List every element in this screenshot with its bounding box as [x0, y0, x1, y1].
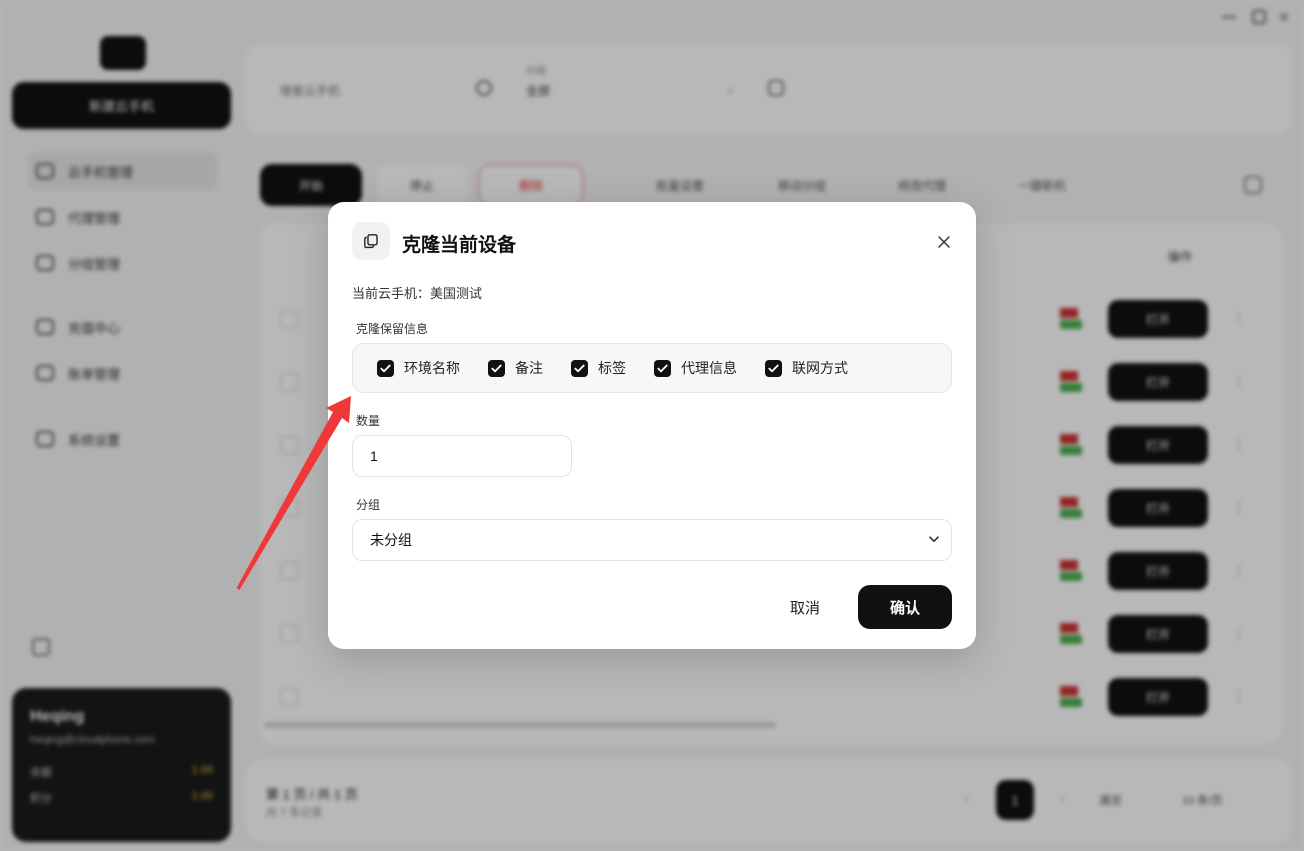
checkbox-env-name[interactable]: 环境名称	[377, 358, 460, 378]
checkbox-proxy-info[interactable]: 代理信息	[654, 358, 737, 378]
checkbox-checked-icon[interactable]	[571, 359, 588, 377]
checkbox-checked-icon[interactable]	[765, 359, 782, 377]
group-select-value: 未分组	[370, 532, 412, 548]
copy-icon	[352, 222, 390, 260]
keep-info-label: 克隆保留信息	[356, 322, 429, 336]
quantity-label: 数量	[356, 414, 381, 428]
dialog-title: 克隆当前设备	[402, 235, 517, 256]
checkbox-network-mode[interactable]: 联网方式	[765, 358, 848, 378]
checkbox-label: 代理信息	[681, 360, 737, 376]
clone-device-dialog: 克隆当前设备 当前云手机： 美国测试 克隆保留信息 环境名称 备注 标签 代理信息…	[328, 202, 976, 649]
checkbox-label: 备注	[515, 360, 543, 376]
checkbox-checked-icon[interactable]	[488, 359, 505, 377]
current-phone: 当前云手机： 美国测试	[352, 283, 482, 302]
close-icon[interactable]	[932, 230, 956, 254]
confirm-button[interactable]: 确认	[858, 585, 952, 629]
group-label: 分组	[356, 498, 381, 512]
group-select[interactable]: 未分组	[352, 519, 952, 561]
keep-info-options: 环境名称 备注 标签 代理信息 联网方式	[352, 343, 952, 393]
checkbox-checked-icon[interactable]	[654, 359, 671, 377]
checkbox-label: 标签	[598, 360, 626, 376]
cancel-button[interactable]: 取消	[774, 586, 836, 628]
quantity-input[interactable]	[352, 435, 572, 477]
checkbox-label: 环境名称	[404, 360, 460, 376]
checkbox-label: 联网方式	[792, 360, 848, 376]
current-phone-label: 当前云手机：	[352, 286, 431, 301]
checkbox-tags[interactable]: 标签	[571, 358, 626, 378]
checkbox-checked-icon[interactable]	[377, 359, 394, 377]
current-phone-value: 美国测试	[430, 286, 483, 301]
chevron-down-icon[interactable]	[927, 532, 941, 549]
checkbox-remark[interactable]: 备注	[488, 358, 543, 378]
